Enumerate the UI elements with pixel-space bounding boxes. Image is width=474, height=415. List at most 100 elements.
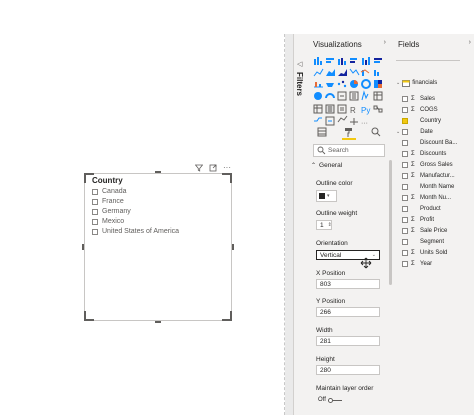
field-item[interactable]: Σ Month Nu...	[402, 193, 451, 203]
field-item[interactable]: Σ Profit	[402, 215, 434, 225]
sigma-icon: Σ	[411, 228, 415, 234]
table-icon	[402, 79, 411, 87]
slicer-item[interactable]: Canada	[92, 187, 127, 196]
checkbox[interactable]	[92, 228, 98, 235]
format-paint-roller-icon[interactable]	[344, 127, 354, 137]
sigma-icon: Σ	[411, 217, 415, 223]
move-cursor-icon	[360, 257, 372, 269]
svg-text:Py: Py	[361, 106, 370, 115]
field-item[interactable]: Σ Year	[402, 259, 432, 269]
search-icon	[317, 146, 326, 155]
field-item[interactable]: Σ Manufactur...	[402, 171, 455, 181]
field-checkbox[interactable]	[402, 151, 408, 157]
field-checkbox[interactable]	[402, 140, 408, 146]
checkbox[interactable]	[92, 218, 98, 225]
stepper-arrows-icon[interactable]: ⇕	[328, 222, 332, 228]
height-input[interactable]: 280	[316, 365, 380, 375]
slicer-item[interactable]: Germany	[92, 207, 131, 216]
field-checkbox[interactable]	[402, 129, 409, 135]
slicer-item[interactable]: France	[92, 197, 124, 206]
filter-icon[interactable]	[195, 164, 203, 172]
active-tab-indicator	[342, 138, 356, 140]
general-section-header[interactable]: ⌃ General	[311, 162, 342, 169]
collapse-pane-icon[interactable]: ›	[384, 39, 389, 46]
width-label: Width	[316, 327, 333, 334]
maintain-layer-order-toggle[interactable]: Off	[318, 397, 342, 403]
analytics-magnifier-icon[interactable]	[371, 127, 381, 137]
field-checkbox[interactable]	[402, 107, 408, 113]
outline-color-picker[interactable]: ▾	[316, 190, 337, 202]
field-checkbox[interactable]	[402, 195, 408, 201]
table-node-financials[interactable]: ⌄ financials	[396, 78, 437, 88]
resize-handle-bottom-right[interactable]	[222, 311, 232, 321]
chevron-down-icon[interactable]: ⌄	[396, 80, 400, 86]
field-item[interactable]: Σ Units Sold	[402, 248, 447, 258]
resize-handle-top[interactable]	[155, 171, 161, 173]
format-search-input[interactable]: Search	[313, 144, 385, 157]
field-item[interactable]: Discount Ba...	[402, 138, 457, 148]
expand-arrow-icon[interactable]: ◁	[297, 60, 302, 68]
field-name: Sales	[420, 96, 436, 102]
collapse-pane-icon[interactable]: ›	[469, 39, 471, 46]
slicer-visual[interactable]: Country Canada France Germany Mexico Uni…	[82, 171, 234, 323]
field-name: Sale Price	[420, 228, 448, 234]
y-position-label: Y Position	[316, 298, 346, 305]
outline-weight-input[interactable]: 1 ⇕	[316, 220, 332, 230]
fields-pane: Fields › ⌄ financials Σ Sales Σ COGS Country…	[393, 34, 474, 415]
field-checkbox[interactable]	[402, 261, 408, 267]
field-item[interactable]: Product	[402, 204, 441, 214]
outline-weight-label: Outline weight	[316, 210, 358, 217]
fields-tab-icon[interactable]	[317, 127, 327, 137]
field-name: Segment	[420, 239, 445, 245]
field-name: Discount Ba...	[420, 140, 458, 146]
field-checkbox[interactable]	[402, 228, 408, 234]
sigma-icon: Σ	[411, 195, 415, 201]
chevron-down-icon: ⌄	[371, 252, 376, 258]
checkbox[interactable]	[92, 208, 98, 215]
field-item[interactable]: ⌄ Date	[396, 127, 433, 137]
field-item[interactable]: Σ Sales	[402, 94, 435, 104]
outline-color-label: Outline color	[316, 180, 353, 187]
field-name: Discounts	[420, 151, 447, 157]
field-item[interactable]: Σ Sale Price	[402, 226, 447, 236]
resize-handle-right[interactable]	[232, 244, 234, 250]
pane-scrollbar[interactable]	[389, 160, 392, 285]
field-checkbox[interactable]	[402, 162, 408, 168]
x-position-input[interactable]: 803	[316, 279, 380, 289]
resize-handle-left[interactable]	[82, 244, 84, 250]
height-label: Height	[316, 356, 335, 363]
resize-handle-top-left[interactable]	[84, 173, 94, 183]
field-checkbox[interactable]	[402, 96, 408, 102]
slicer-item[interactable]: Mexico	[92, 217, 124, 226]
resize-handle-bottom[interactable]	[155, 321, 161, 323]
chevron-down-icon[interactable]: ⌄	[396, 129, 400, 135]
field-item[interactable]: Σ Discounts	[402, 149, 446, 159]
sigma-icon: Σ	[411, 250, 415, 256]
field-checkbox[interactable]	[402, 173, 408, 179]
field-checkbox[interactable]	[402, 239, 408, 245]
field-item[interactable]: Segment	[402, 237, 444, 247]
field-checkbox[interactable]	[402, 250, 408, 256]
more-options-icon[interactable]: ···	[223, 163, 231, 171]
slicer-item[interactable]: United States of America	[92, 227, 179, 236]
field-item[interactable]: Σ Gross Sales	[402, 160, 453, 170]
checkbox[interactable]	[92, 198, 98, 205]
field-item[interactable]: Σ COGS	[402, 105, 438, 115]
field-checkbox[interactable]	[402, 118, 408, 124]
width-input[interactable]: 281	[316, 336, 380, 346]
field-item[interactable]: Month Name	[402, 182, 454, 192]
field-checkbox[interactable]	[402, 217, 408, 223]
field-checkbox[interactable]	[402, 206, 408, 212]
y-position-input[interactable]: 266	[316, 307, 380, 317]
visual-type-gallery[interactable]: R Py ···	[313, 56, 389, 126]
field-checkbox[interactable]	[402, 184, 408, 190]
checkbox[interactable]	[92, 188, 98, 195]
slicer-title: Country	[92, 176, 123, 185]
focus-mode-icon[interactable]	[209, 164, 217, 172]
resize-handle-top-right[interactable]	[222, 173, 232, 183]
resize-handle-bottom-left[interactable]	[84, 311, 94, 321]
field-name: Country	[420, 118, 442, 124]
field-name: Product	[420, 206, 441, 212]
field-item[interactable]: Country	[402, 116, 441, 126]
canvas-top-strip	[0, 0, 293, 34]
